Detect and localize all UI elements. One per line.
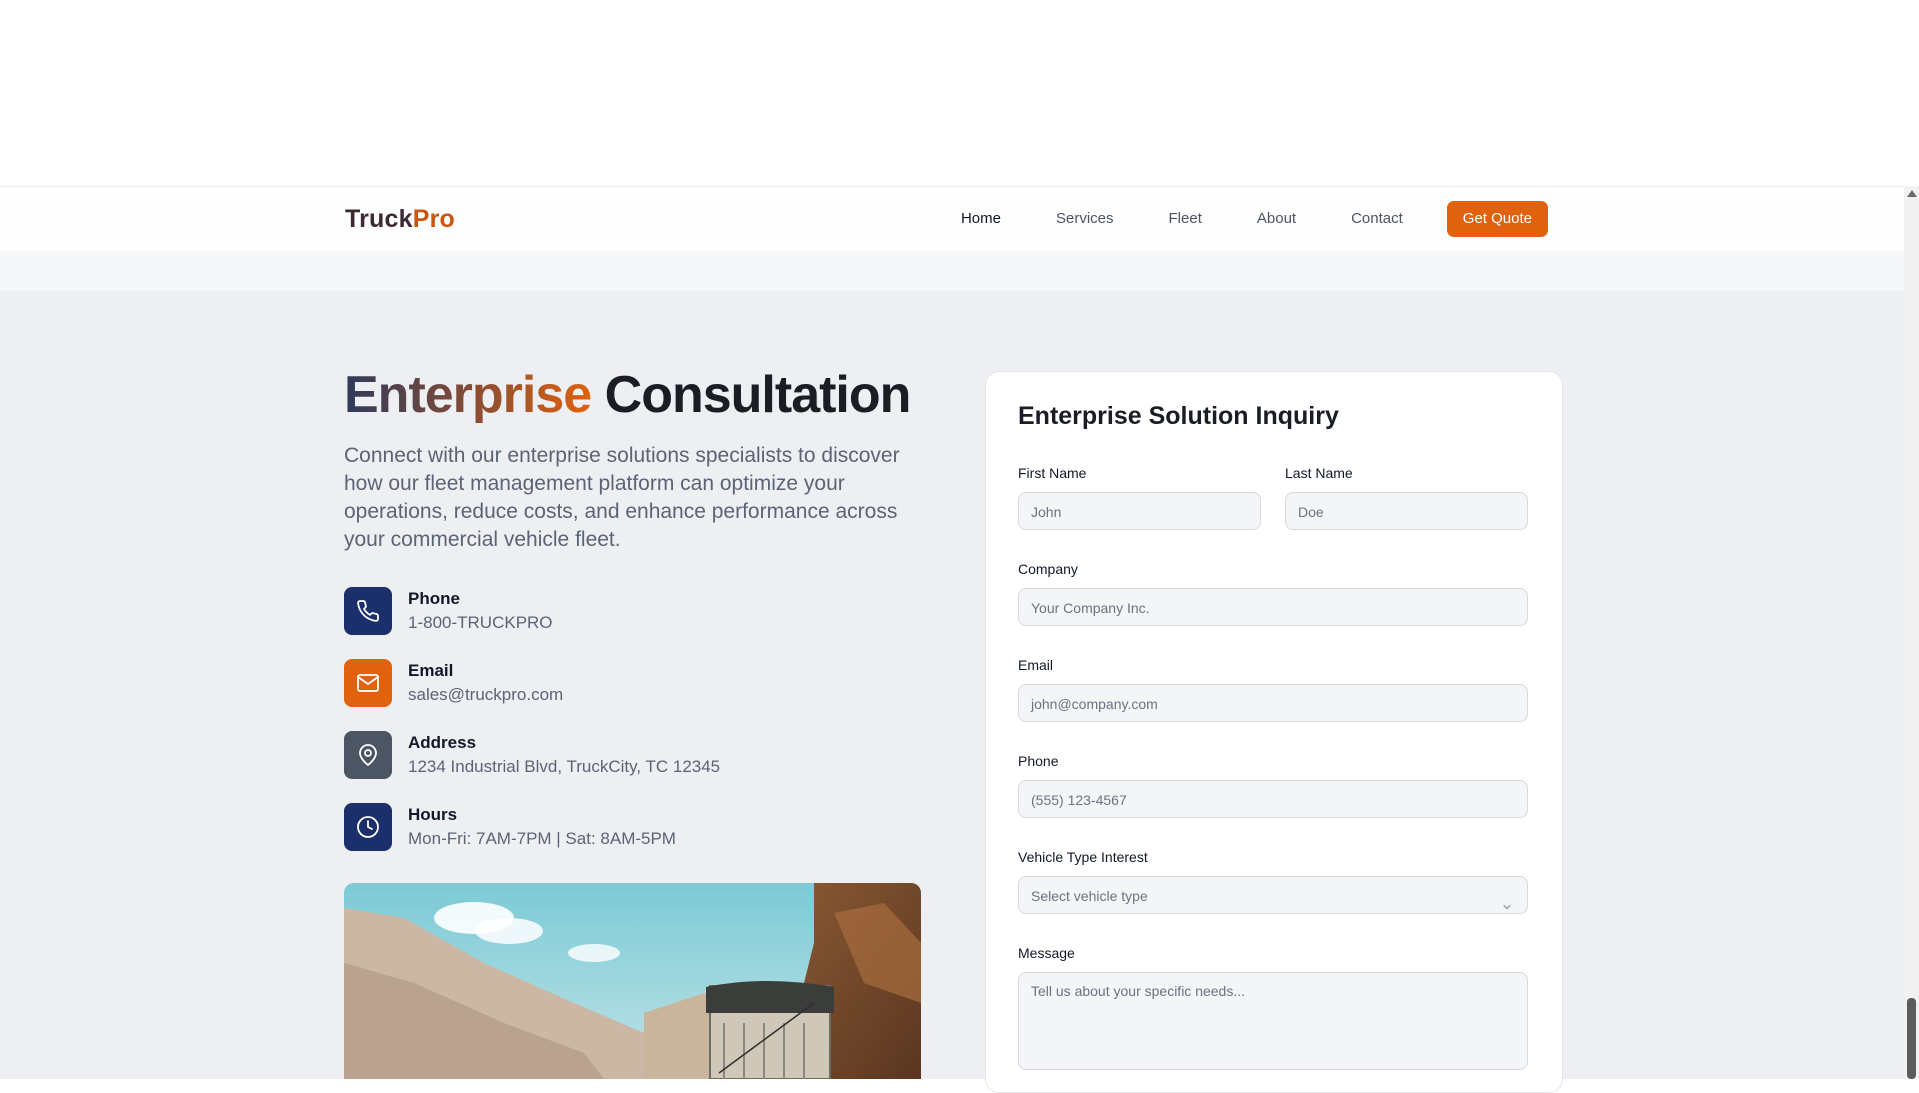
vehicle-type-select[interactable]: Select vehicle type: [1018, 876, 1528, 914]
chevron-down-icon: [1501, 889, 1513, 913]
nav-link-contact[interactable]: Contact: [1351, 201, 1403, 237]
top-navbar: TruckPro Home Services Fleet About Conta…: [0, 186, 1904, 252]
truck-mountain-photo: [344, 883, 921, 1079]
logo[interactable]: TruckPro: [345, 205, 455, 234]
contact-label: Address: [408, 733, 477, 752]
email-label: Email: [1018, 657, 1054, 673]
page-title: Enterprise Consultation: [344, 360, 912, 430]
contact-label: Hours: [408, 805, 458, 824]
contact-value[interactable]: sales@truckpro.com: [408, 685, 563, 705]
message-label: Message: [1018, 945, 1075, 961]
contact-value[interactable]: 1-800-TRUCKPRO: [408, 613, 553, 633]
contact-label: Phone: [408, 589, 460, 608]
title-rest: Consultation: [604, 366, 912, 424]
scrollbar[interactable]: [1904, 186, 1919, 1079]
first-name-label: First Name: [1018, 465, 1087, 481]
contact-email: Email sales@truckpro.com: [344, 659, 944, 709]
company-input[interactable]: Your Company Inc.: [1018, 588, 1528, 626]
clock-icon: [344, 803, 392, 851]
vehicle-type-selected: Select vehicle type: [1031, 888, 1148, 904]
last-name-input[interactable]: Doe: [1285, 492, 1528, 530]
phone-icon: [344, 587, 392, 635]
logo-text-truck: Truck: [345, 205, 413, 233]
scrollbar-thumb[interactable]: [1907, 998, 1916, 1079]
mail-icon: [344, 659, 392, 707]
scroll-up-arrow-icon[interactable]: [1907, 190, 1917, 197]
phone-input[interactable]: (555) 123-4567: [1018, 780, 1528, 818]
hero-description: Connect with our enterprise solutions sp…: [344, 444, 900, 551]
contact-phone: Phone 1-800-TRUCKPRO: [344, 587, 944, 637]
consultation-section: [0, 291, 1904, 1079]
nav-link-services[interactable]: Services: [1056, 201, 1114, 237]
nav-link-fleet[interactable]: Fleet: [1169, 201, 1202, 237]
inquiry-form-card: Enterprise Solution Inquiry First Name J…: [985, 371, 1563, 1093]
form-title: Enterprise Solution Inquiry: [1018, 402, 1339, 430]
logo-text-pro: Pro: [412, 205, 455, 233]
contact-value: Mon-Fri: 7AM-7PM | Sat: 8AM-5PM: [408, 829, 676, 848]
vehicle-type-label: Vehicle Type Interest: [1018, 849, 1148, 865]
contact-address: Address 1234 Industrial Blvd, TruckCity,…: [344, 731, 944, 781]
email-input[interactable]: john@company.com: [1018, 684, 1528, 722]
header-band: [0, 251, 1904, 291]
map-pin-icon: [344, 731, 392, 779]
nav-link-about[interactable]: About: [1257, 201, 1296, 237]
nav-link-home[interactable]: Home: [961, 201, 1001, 237]
phone-label: Phone: [1018, 753, 1059, 769]
nav-links: Home Services Fleet About Contact Get Qu…: [906, 201, 1548, 237]
title-highlight: Enterprise: [344, 366, 592, 424]
company-label: Company: [1018, 561, 1078, 577]
get-quote-button[interactable]: Get Quote: [1446, 201, 1548, 237]
last-name-label: Last Name: [1285, 465, 1353, 481]
contact-label: Email: [408, 661, 454, 680]
contact-hours: Hours Mon-Fri: 7AM-7PM | Sat: 8AM-5PM: [344, 803, 944, 853]
message-textarea[interactable]: Tell us about your specific needs...: [1018, 972, 1528, 1070]
contact-value: 1234 Industrial Blvd, TruckCity, TC 1234…: [408, 757, 721, 776]
first-name-input[interactable]: John: [1018, 492, 1261, 530]
